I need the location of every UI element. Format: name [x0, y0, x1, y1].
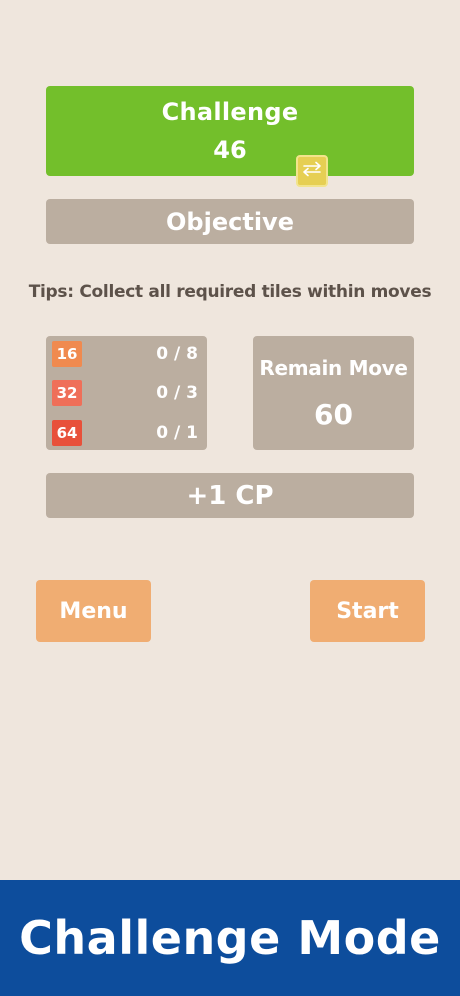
challenge-number: 46	[213, 136, 247, 164]
challenge-banner: Challenge 46	[46, 86, 414, 176]
requirement-progress: 0 / 1	[156, 423, 198, 443]
remain-move-panel: Remain Move 60	[253, 336, 414, 450]
requirements-panel: 16 0 / 8 32 0 / 3 64 0 / 1	[46, 336, 207, 450]
swap-challenge-button[interactable]	[296, 155, 328, 187]
tips-text: Tips: Collect all required tiles within …	[28, 282, 432, 302]
swap-arrows-icon	[301, 161, 323, 181]
remain-move-value: 60	[314, 397, 353, 431]
requirement-row: 64 0 / 1	[52, 420, 202, 446]
remain-move-label: Remain Move	[259, 355, 408, 380]
challenge-title: Challenge	[161, 98, 299, 126]
challenge-mode-footer: Challenge Mode	[0, 880, 460, 996]
menu-button[interactable]: Menu	[36, 580, 151, 642]
requirement-row: 32 0 / 3	[52, 380, 202, 406]
requirement-progress: 0 / 8	[156, 344, 198, 364]
start-button[interactable]: Start	[310, 580, 425, 642]
requirement-progress: 0 / 3	[156, 383, 198, 403]
reward-bar: +1 CP	[46, 473, 414, 518]
tile-badge: 16	[52, 341, 82, 367]
requirement-row: 16 0 / 8	[52, 341, 202, 367]
tile-badge: 64	[52, 420, 82, 446]
tile-badge: 32	[52, 380, 82, 406]
objective-bar: Objective	[46, 199, 414, 244]
